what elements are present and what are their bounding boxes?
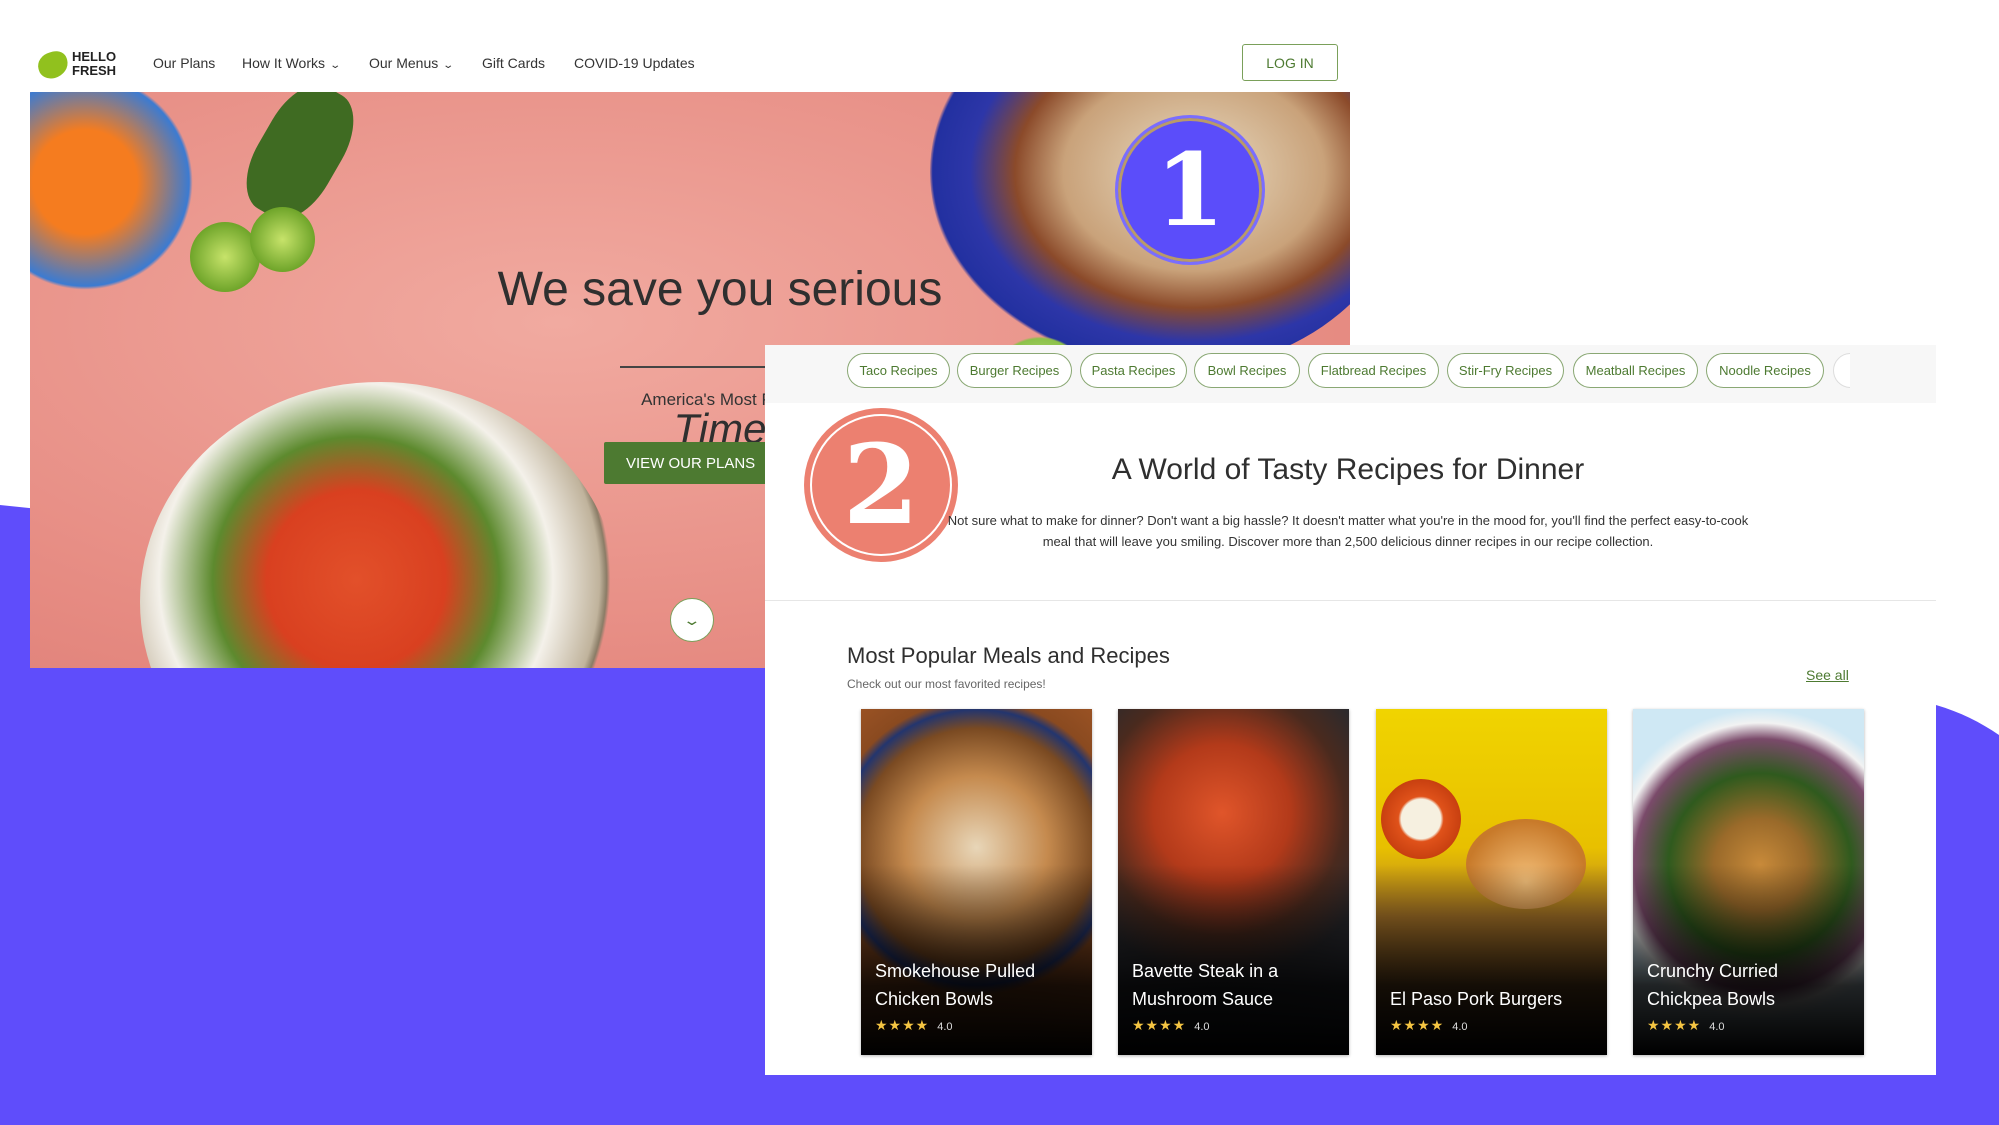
recipe-title: Crunchy Curried Chickpea Bowls xyxy=(1647,961,1779,1009)
section-title: A World of Tasty Recipes for Dinner xyxy=(1111,453,1585,486)
nav-our-plans[interactable]: Our Plans xyxy=(153,55,215,71)
recipe-category-chips: Taco Recipes Burger Recipes Pasta Recipe… xyxy=(765,345,1936,403)
chip-bowl-recipes[interactable]: Bowl Recipes xyxy=(1194,353,1300,388)
recipe-title: El Paso Pork Burgers xyxy=(1390,989,1563,1009)
nav-how-it-works[interactable]: How It Works ⌄ xyxy=(242,55,342,71)
chevron-down-icon: ⌄ xyxy=(442,60,455,71)
rating-stars: ★★★★ 4.0 xyxy=(875,1017,953,1033)
lime-image xyxy=(190,222,260,292)
login-button[interactable]: LOG IN xyxy=(1242,44,1338,81)
hellofresh-logo[interactable]: HELLO FRESH xyxy=(35,48,128,82)
chip-meatball-recipes[interactable]: Meatball Recipes xyxy=(1573,353,1698,388)
recipes-page-screenshot: Taco Recipes Burger Recipes Pasta Recipe… xyxy=(765,345,1936,1075)
nav-our-menus[interactable]: Our Menus ⌄ xyxy=(369,55,455,71)
chip-partial[interactable] xyxy=(1833,353,1850,388)
section-description: Not sure what to make for dinner? Don't … xyxy=(947,513,1749,549)
recipe-title: Bavette Steak in a Mushroom Sauce xyxy=(1132,961,1279,1009)
rating-stars: ★★★★ 4.0 xyxy=(1647,1017,1725,1033)
rating-stars: ★★★★ 4.0 xyxy=(1390,1017,1468,1033)
chevron-down-icon: ⌄ xyxy=(329,60,342,71)
lime-leaf-icon xyxy=(35,48,71,82)
recipe-card[interactable]: Crunchy Curried Chickpea Bowls ★★★★ 4.0 xyxy=(1633,709,1864,1055)
see-all-link[interactable]: See all xyxy=(1806,667,1849,683)
recipe-card[interactable]: El Paso Pork Burgers ★★★★ 4.0 xyxy=(1376,709,1607,1055)
hero-headline: We save you serious xyxy=(497,263,943,316)
step-badge-2: 2 xyxy=(804,408,958,562)
chip-flatbread-recipes[interactable]: Flatbread Recipes xyxy=(1308,353,1439,388)
nav-covid-updates[interactable]: COVID-19 Updates xyxy=(574,55,695,71)
chip-pasta-recipes[interactable]: Pasta Recipes xyxy=(1080,353,1187,388)
popular-subtitle: Check out our most favorited recipes! xyxy=(847,677,1046,691)
recipe-title: Smokehouse Pulled Chicken Bowls xyxy=(875,961,1036,1009)
recipe-card[interactable]: Bavette Steak in a Mushroom Sauce ★★★★ 4.… xyxy=(1118,709,1349,1055)
chevron-down-icon: ⌄ xyxy=(682,611,702,628)
chip-stir-fry-recipes[interactable]: Stir-Fry Recipes xyxy=(1447,353,1564,388)
scroll-down-button[interactable]: ⌄ xyxy=(670,598,714,642)
view-our-plans-button[interactable]: VIEW OUR PLANS xyxy=(604,442,784,484)
nav-gift-cards[interactable]: Gift Cards xyxy=(482,55,545,71)
rating-stars: ★★★★ 4.0 xyxy=(1132,1017,1210,1033)
popular-title: Most Popular Meals and Recipes xyxy=(847,643,1170,668)
divider xyxy=(765,600,1936,601)
chip-burger-recipes[interactable]: Burger Recipes xyxy=(957,353,1072,388)
carrot-plate-image xyxy=(30,92,200,312)
step-badge-1: 1 xyxy=(1115,115,1265,265)
headline-underline xyxy=(620,366,770,368)
chip-taco-recipes[interactable]: Taco Recipes xyxy=(847,353,950,388)
chip-noodle-recipes[interactable]: Noodle Recipes xyxy=(1706,353,1824,388)
lime-image xyxy=(250,207,315,272)
recipe-card[interactable]: Smokehouse Pulled Chicken Bowls ★★★★ 4.0 xyxy=(861,709,1092,1055)
